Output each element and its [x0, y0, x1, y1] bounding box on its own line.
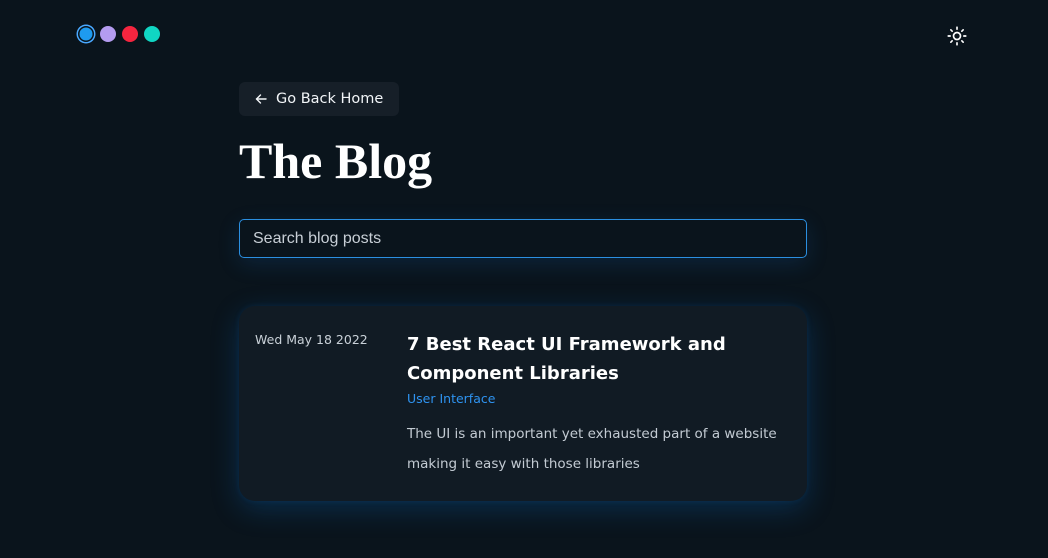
theme-color-picker [78, 26, 160, 42]
search-input[interactable] [239, 219, 807, 258]
post-date: Wed May 18 2022 [255, 332, 368, 347]
sun-icon [947, 26, 967, 46]
theme-toggle-button[interactable] [945, 24, 969, 48]
post-category-link[interactable]: User Interface [407, 389, 495, 409]
page-title: The Blog [239, 133, 433, 189]
theme-dot-blue[interactable] [78, 26, 94, 42]
go-back-home-label: Go Back Home [276, 91, 384, 107]
theme-dot-red[interactable] [122, 26, 138, 42]
blog-post-card[interactable]: Wed May 18 2022 7 Best React UI Framewor… [239, 306, 807, 501]
go-back-home-button[interactable]: Go Back Home [239, 82, 399, 116]
post-body: 7 Best React UI Framework and Component … [407, 330, 792, 479]
post-excerpt: The UI is an important yet exhausted par… [407, 426, 777, 472]
theme-dot-teal[interactable] [144, 26, 160, 42]
post-title[interactable]: 7 Best React UI Framework and Component … [407, 330, 792, 388]
arrow-left-icon [255, 94, 267, 104]
theme-dot-lavender[interactable] [100, 26, 116, 42]
